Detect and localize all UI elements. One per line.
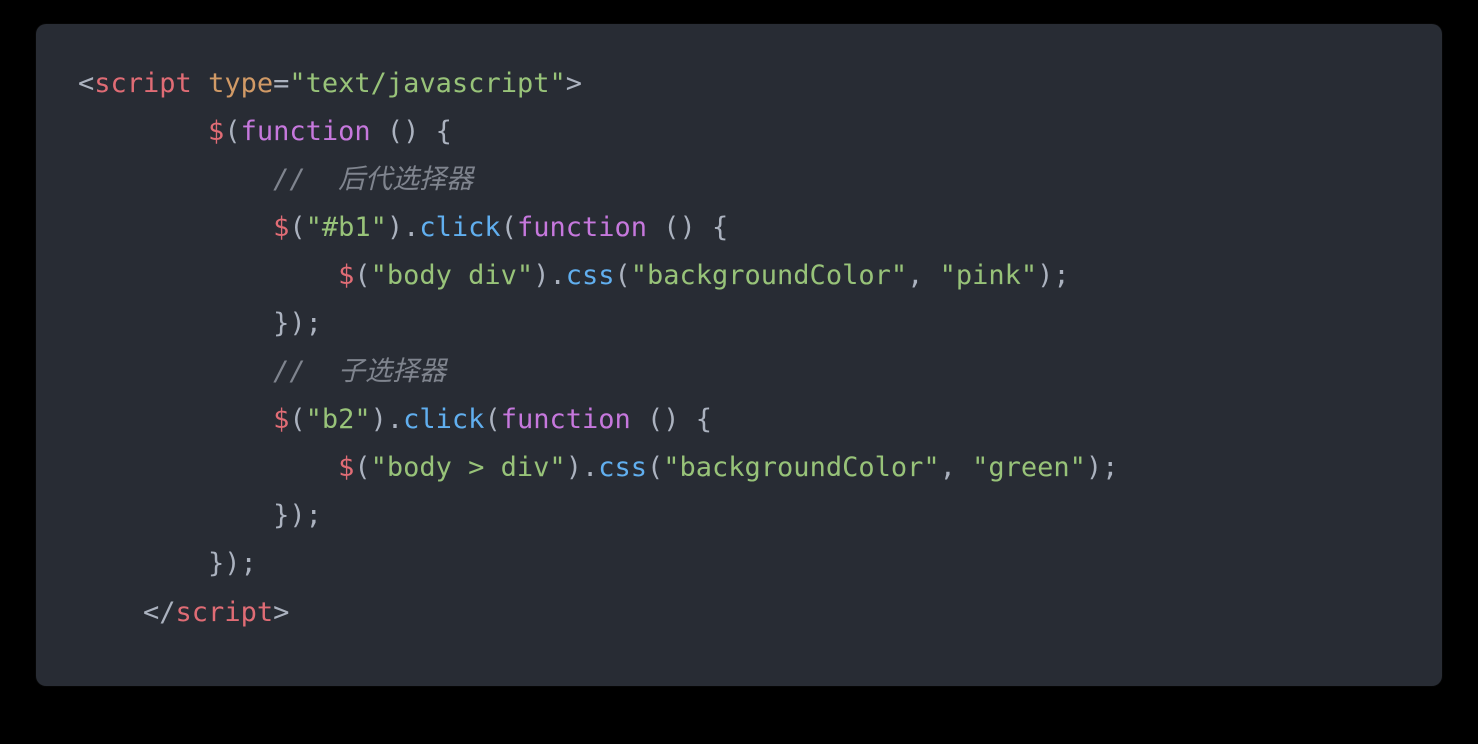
- selector-b1: "#b1": [306, 212, 387, 243]
- lparen: (: [224, 116, 240, 147]
- equals: =: [273, 68, 289, 99]
- jquery-dollar: $: [338, 260, 354, 291]
- parens-empty: (): [387, 116, 420, 147]
- parens-empty: (): [647, 404, 680, 435]
- punct-open-angle: </: [143, 597, 176, 628]
- indent: [78, 164, 273, 195]
- brace-open: {: [696, 404, 712, 435]
- arg-backgroundcolor: "backgroundColor": [663, 452, 939, 483]
- space: [192, 68, 208, 99]
- space: [371, 116, 387, 147]
- indent: [78, 308, 273, 339]
- keyword-function: function: [501, 404, 631, 435]
- punct-open-angle: <: [78, 68, 94, 99]
- attr-type: type: [208, 68, 273, 99]
- tag-script-close: script: [176, 597, 274, 628]
- rparen-dot: ).: [387, 212, 420, 243]
- tag-script-open: script: [94, 68, 192, 99]
- brace-open: {: [436, 116, 452, 147]
- lparen: (: [289, 404, 305, 435]
- lparen: (: [501, 212, 517, 243]
- punct-close-angle: >: [273, 597, 289, 628]
- method-css: css: [566, 260, 615, 291]
- arg-backgroundcolor: "backgroundColor": [631, 260, 907, 291]
- punct-close-angle: >: [566, 68, 582, 99]
- parens-empty: (): [663, 212, 696, 243]
- indent: [78, 597, 143, 628]
- lparen: (: [647, 452, 663, 483]
- space: [680, 404, 696, 435]
- lparen: (: [484, 404, 500, 435]
- selector-body-child-div: "body > div": [371, 452, 566, 483]
- rparen-dot: ).: [533, 260, 566, 291]
- code-block: <script type="text/javascript"> $(functi…: [78, 60, 1400, 637]
- space: [696, 212, 712, 243]
- selector-body-div: "body div": [371, 260, 534, 291]
- comma: ,: [907, 260, 940, 291]
- block-close: });: [273, 308, 322, 339]
- block-close: });: [208, 548, 257, 579]
- brace-open: {: [712, 212, 728, 243]
- rparen-dot: ).: [371, 404, 404, 435]
- comment-descendant-selector: // 后代选择器: [273, 164, 473, 195]
- indent: [78, 116, 208, 147]
- code-panel: <script type="text/javascript"> $(functi…: [36, 24, 1442, 686]
- selector-b2: "b2": [306, 404, 371, 435]
- indent: [78, 548, 208, 579]
- indent: [78, 500, 273, 531]
- arg-green: "green": [972, 452, 1086, 483]
- rparen-semi: );: [1037, 260, 1070, 291]
- jquery-dollar: $: [338, 452, 354, 483]
- method-click: click: [419, 212, 500, 243]
- keyword-function: function: [517, 212, 647, 243]
- comment-child-selector: // 子选择器: [273, 356, 446, 387]
- indent: [78, 452, 338, 483]
- method-css: css: [598, 452, 647, 483]
- space: [631, 404, 647, 435]
- space: [419, 116, 435, 147]
- indent: [78, 404, 273, 435]
- keyword-function: function: [241, 116, 371, 147]
- indent: [78, 260, 338, 291]
- indent: [78, 356, 273, 387]
- attr-value: "text/javascript": [289, 68, 565, 99]
- jquery-dollar: $: [273, 212, 289, 243]
- lparen: (: [614, 260, 630, 291]
- lparen: (: [354, 260, 370, 291]
- space: [647, 212, 663, 243]
- method-click: click: [403, 404, 484, 435]
- rparen-semi: );: [1086, 452, 1119, 483]
- indent: [78, 212, 273, 243]
- rparen-dot: ).: [566, 452, 599, 483]
- jquery-dollar: $: [273, 404, 289, 435]
- comma: ,: [940, 452, 973, 483]
- jquery-dollar: $: [208, 116, 224, 147]
- block-close: });: [273, 500, 322, 531]
- arg-pink: "pink": [940, 260, 1038, 291]
- lparen: (: [354, 452, 370, 483]
- lparen: (: [289, 212, 305, 243]
